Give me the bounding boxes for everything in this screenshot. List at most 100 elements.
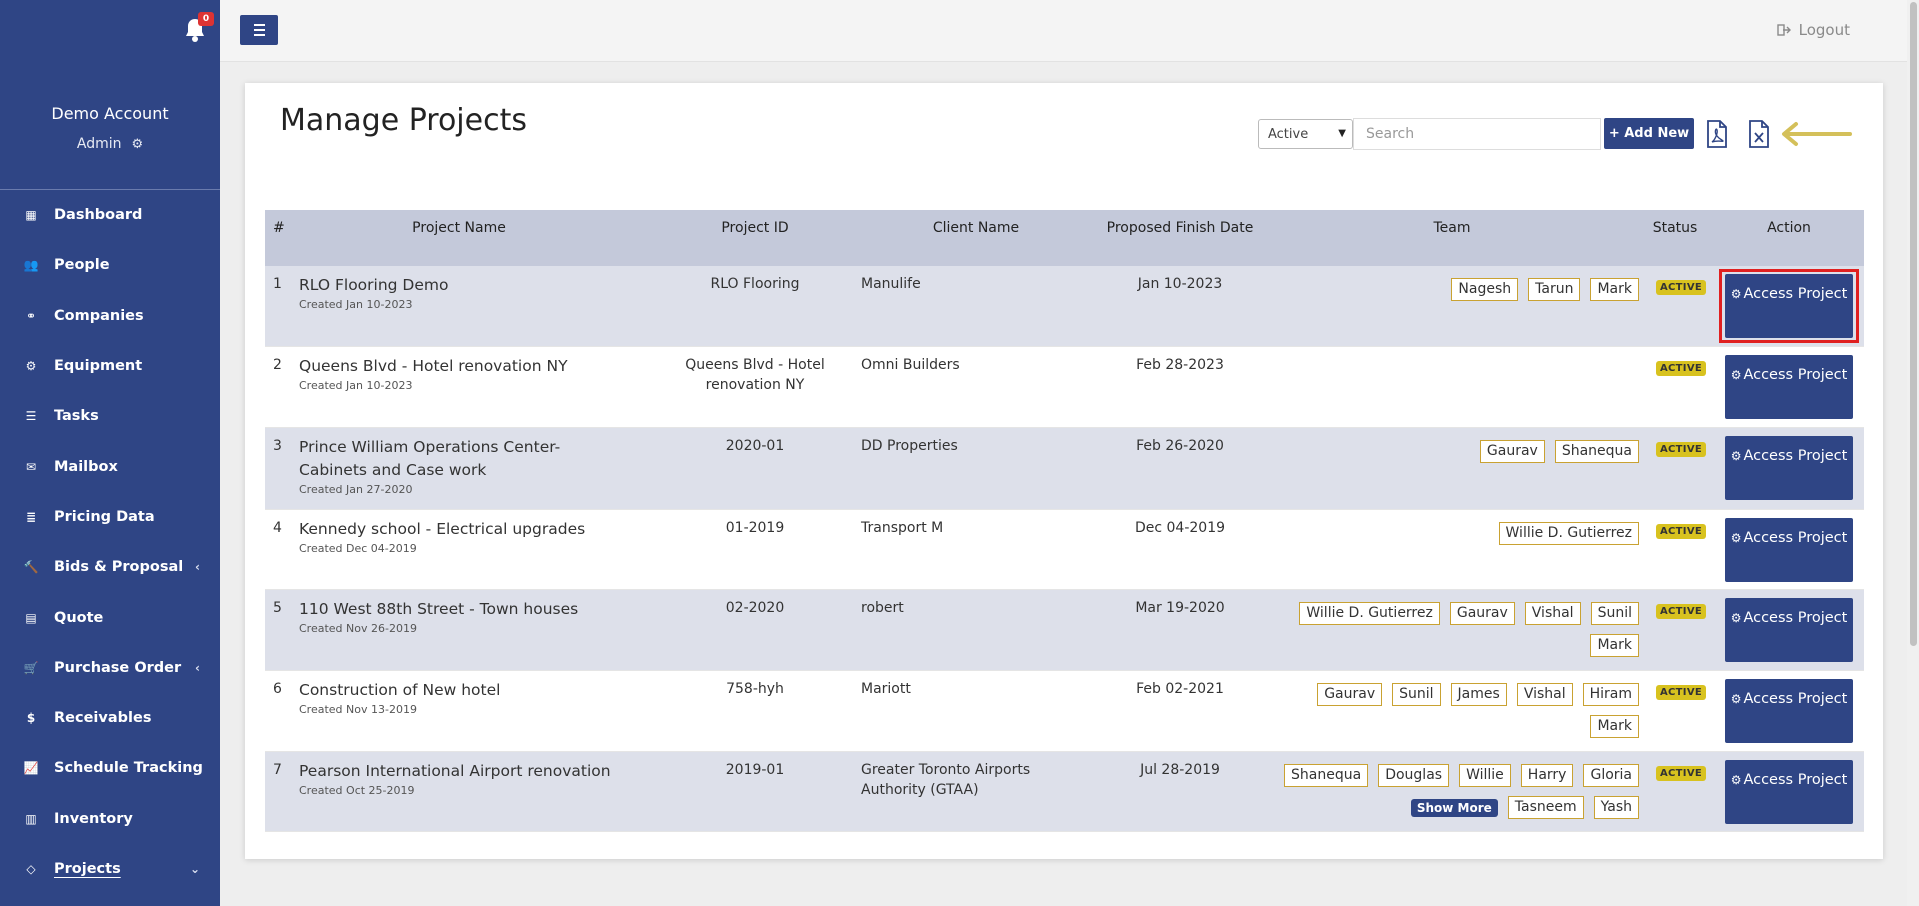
cogs-icon: ⚙ bbox=[1730, 449, 1742, 463]
sidebar-item-equipment[interactable]: ⚙ Equipment bbox=[0, 341, 220, 391]
access-project-button[interactable]: ⚙ Access Project bbox=[1725, 679, 1853, 743]
project-name[interactable]: Construction of New hotel bbox=[299, 681, 500, 699]
team-member-tag: Vishal bbox=[1524, 602, 1581, 625]
project-id: 758-hyh bbox=[726, 681, 784, 697]
sidebar-item-receivables[interactable]: $ Receivables bbox=[0, 693, 220, 743]
projects-table: # Project Name Project ID Client Name Pr… bbox=[265, 210, 1864, 832]
sidebar-item-pricing-data[interactable]: ≣ Pricing Data bbox=[0, 492, 220, 542]
project-id: RLO Flooring bbox=[710, 276, 800, 292]
chevron-down-icon: ▼ bbox=[1338, 128, 1346, 139]
sidebar-item-schedule-tracking[interactable]: 📈 Schedule Tracking bbox=[0, 743, 220, 793]
client-name: DD Properties bbox=[861, 438, 958, 454]
hamburger-menu-button[interactable] bbox=[240, 15, 278, 45]
team-member-tag: Tasneem bbox=[1507, 796, 1584, 819]
users-icon: 👥 bbox=[23, 258, 39, 273]
row-number: 6 bbox=[273, 681, 282, 697]
project-name[interactable]: 110 West 88th Street - Town houses bbox=[299, 600, 578, 618]
sidebar-item-tasks[interactable]: ☰ Tasks bbox=[0, 391, 220, 441]
cogs-icon: ⚙ bbox=[1730, 531, 1742, 545]
project-name[interactable]: RLO Flooring Demo bbox=[299, 276, 449, 294]
excel-icon[interactable] bbox=[1748, 120, 1770, 148]
table-body: 1 RLO Flooring Demo Created Jan 10-2023 RLO… bbox=[265, 266, 1864, 832]
sidebar-item-label: Schedule Tracking bbox=[54, 760, 203, 777]
project-created-date: Created Nov 26-2019 bbox=[299, 622, 417, 635]
file-icon: ▤ bbox=[25, 610, 37, 625]
project-name[interactable]: Queens Blvd - Hotel renovation NY bbox=[299, 357, 568, 375]
sidebar-item-bids-proposal[interactable]: 🔨 Bids & Proposal ‹ bbox=[0, 542, 220, 592]
project-name[interactable]: Kennedy school - Electrical upgrades bbox=[299, 520, 585, 538]
table-row: 6 Construction of New hotel Created Nov 13… bbox=[265, 671, 1864, 752]
client-name: Omni Builders bbox=[861, 357, 960, 373]
chevron-down-icon: ⌄ bbox=[189, 862, 200, 876]
header-status: Status bbox=[1652, 220, 1698, 236]
sidebar-item-label: Receivables bbox=[54, 710, 152, 727]
chevron-left-icon: ‹ bbox=[195, 660, 200, 675]
team-member-tag: Nagesh bbox=[1451, 278, 1519, 301]
sidebar-item-companies[interactable]: ⚭ Companies bbox=[0, 291, 220, 341]
team-member-tag: Sunil bbox=[1392, 683, 1441, 706]
pdf-icon[interactable] bbox=[1706, 120, 1728, 148]
project-created-date: Created Nov 13-2019 bbox=[299, 703, 417, 716]
cogs-icon: ⚙ bbox=[1730, 692, 1742, 706]
access-project-button[interactable]: ⚙ Access Project bbox=[1725, 760, 1853, 824]
team-member-tag: Douglas bbox=[1378, 764, 1450, 787]
project-id: 01-2019 bbox=[725, 520, 785, 536]
access-project-button[interactable]: ⚙ Access Project bbox=[1725, 436, 1853, 500]
sidebar-item-projects[interactable]: ◇ Projects ⌄ bbox=[0, 844, 220, 894]
row-number: 1 bbox=[273, 276, 282, 292]
access-project-button[interactable]: ⚙ Access Project bbox=[1725, 518, 1853, 582]
table-header: # Project Name Project ID Client Name Pr… bbox=[265, 210, 1864, 266]
status-badge: ACTIVE bbox=[1656, 361, 1706, 376]
row-number: 7 bbox=[273, 762, 282, 778]
project-id: 2020-01 bbox=[725, 438, 785, 454]
team-member-tag: James bbox=[1450, 683, 1507, 706]
access-project-button[interactable]: ⚙ Access Project bbox=[1725, 355, 1853, 419]
sidebar-item-quote[interactable]: ▤ Quote bbox=[0, 592, 220, 642]
row-number: 2 bbox=[273, 357, 282, 373]
sign-out-icon bbox=[1776, 24, 1791, 36]
client-name: Transport M bbox=[861, 520, 944, 536]
status-badge: ACTIVE bbox=[1656, 604, 1706, 619]
table-row: 7 Pearson International Airport renovatio… bbox=[265, 752, 1864, 832]
top-bar: Logout bbox=[220, 0, 1919, 62]
status-cell: ACTIVE bbox=[1656, 357, 1706, 379]
project-created-date: Created Dec 04-2019 bbox=[299, 542, 417, 555]
dollar-icon: $ bbox=[26, 711, 36, 726]
access-project-button[interactable]: ⚙ Access Project bbox=[1725, 598, 1853, 662]
sidebar-item-label: Equipment bbox=[54, 358, 143, 375]
show-more-button[interactable]: Show More bbox=[1410, 798, 1498, 817]
sidebar-item-mailbox[interactable]: ✉ Mailbox bbox=[0, 441, 220, 491]
sidebar-item-dashboard[interactable]: ▦ Dashboard bbox=[0, 190, 220, 240]
sidebar-item-label: Mailbox bbox=[54, 458, 118, 475]
team-member-tag: Shanequa bbox=[1554, 440, 1639, 463]
add-new-button[interactable]: + Add New bbox=[1604, 118, 1694, 149]
list-icon: ☰ bbox=[25, 409, 37, 424]
project-name-cell: Prince William Operations Center- Cabine… bbox=[299, 436, 619, 497]
search-placeholder: Search bbox=[1366, 126, 1415, 142]
sidebar-item-purchase-order[interactable]: 🛒 Purchase Order ‹ bbox=[0, 643, 220, 693]
project-name[interactable]: Pearson International Airport renovation bbox=[299, 762, 611, 780]
sidebar-item-label: Inventory bbox=[54, 810, 133, 827]
access-project-label: Access Project bbox=[1743, 691, 1848, 707]
page-scrollbar-thumb[interactable] bbox=[1910, 2, 1917, 646]
cart-icon: 🛒 bbox=[23, 660, 39, 675]
header-finish-date: Proposed Finish Date bbox=[1106, 220, 1254, 236]
team-member-tag: Vishal bbox=[1516, 683, 1573, 706]
sidebar-item-label: Quote bbox=[54, 609, 104, 626]
sidebar-item-inventory[interactable]: ▥ Inventory bbox=[0, 794, 220, 844]
project-name[interactable]: Prince William Operations Center- Cabine… bbox=[299, 438, 560, 479]
status-cell: ACTIVE bbox=[1656, 600, 1706, 622]
finish-date: Dec 04-2019 bbox=[1134, 520, 1226, 536]
logout-label: Logout bbox=[1798, 21, 1850, 39]
search-input[interactable]: Search bbox=[1353, 118, 1601, 150]
finish-date: Feb 28-2023 bbox=[1136, 357, 1224, 373]
account-name: Demo Account bbox=[51, 104, 169, 123]
sidebar-item-people[interactable]: 👥 People bbox=[0, 240, 220, 290]
logout-link[interactable]: Logout bbox=[1776, 21, 1850, 39]
settings-gear-icon[interactable]: ⚙ bbox=[131, 137, 143, 152]
client-name: Manulife bbox=[861, 276, 921, 292]
status-filter-select[interactable]: Active ▼ bbox=[1258, 119, 1353, 149]
team-member-tag: Yash bbox=[1593, 796, 1639, 819]
project-created-date: Created Jan 27-2020 bbox=[299, 483, 413, 496]
team-member-tag: Willie bbox=[1459, 764, 1511, 787]
